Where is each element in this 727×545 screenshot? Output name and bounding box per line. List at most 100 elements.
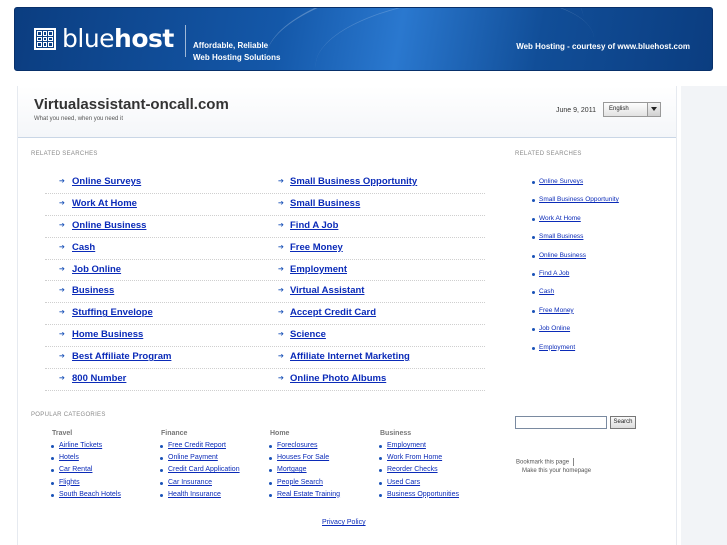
sidebar-related-link[interactable]: Free Money — [532, 307, 619, 325]
sidebar-related-link[interactable]: Employment — [532, 344, 619, 362]
site-subtitle: What you need, when you need it — [34, 116, 124, 122]
sidebar-related-link[interactable]: Online Surveys — [532, 178, 619, 196]
arrow-right-icon: ➔ — [59, 353, 65, 361]
related-search-link[interactable]: Free Money — [290, 242, 343, 253]
popular-category-column: Travel Airline Tickets Hotels Car Rental Fli… — [51, 430, 121, 503]
related-row: ➔ Best Affiliate Program ➔ Affiliate Intern… — [45, 347, 485, 370]
language-select[interactable]: English — [603, 102, 661, 117]
popular-category-heading: Finance — [161, 430, 188, 437]
arrow-right-icon: ➔ — [278, 287, 284, 295]
sidebar-related-link[interactable]: Small Business Opportunity — [532, 196, 619, 214]
related-search-link[interactable]: Work At Home — [72, 198, 137, 209]
arrow-right-icon: ➔ — [278, 375, 284, 383]
sidebar-related-link[interactable]: Cash — [532, 288, 619, 306]
popular-category-link[interactable]: Mortgage — [269, 466, 340, 478]
related-search-link[interactable]: Accept Credit Card — [290, 307, 376, 318]
popular-category-link[interactable]: Employment — [379, 442, 459, 454]
popular-category-link[interactable]: Foreclosures — [269, 442, 340, 454]
bluehost-header-banner: bluehost Affordable, Reliable Web Hostin… — [14, 7, 713, 71]
bookmark-link[interactable]: Bookmark this page — [516, 460, 569, 466]
related-searches-list: ➔ Online Surveys ➔ Small Business Opportuni… — [45, 172, 485, 391]
related-search-link[interactable]: Affiliate Internet Marketing — [290, 351, 410, 362]
chevron-down-icon[interactable] — [647, 103, 660, 116]
related-search-link[interactable]: Small Business — [290, 198, 360, 209]
related-search-link[interactable]: 800 Number — [72, 373, 126, 384]
arrow-right-icon: ➔ — [278, 199, 284, 207]
arrow-right-icon: ➔ — [278, 265, 284, 273]
related-search-link[interactable]: Business — [72, 285, 114, 296]
related-search-link[interactable]: Find A Job — [290, 220, 338, 231]
bluehost-logo[interactable]: bluehost — [34, 26, 174, 52]
related-search-link[interactable]: Job Online — [72, 264, 121, 275]
popular-category-link[interactable]: People Search — [269, 479, 340, 491]
sidebar-related-heading: RELATED SEARCHES — [515, 151, 582, 157]
current-date: June 9, 2011 — [556, 107, 596, 114]
arrow-right-icon: ➔ — [278, 353, 284, 361]
related-row: ➔ Job Online ➔ Employment — [45, 260, 485, 282]
popular-category-link[interactable]: Hotels — [51, 454, 121, 466]
sidebar-related-link[interactable]: Job Online — [532, 325, 619, 343]
arrow-right-icon: ➔ — [59, 309, 65, 317]
popular-category-column: Finance Free Credit Report Online Payment C… — [160, 430, 240, 503]
right-gutter — [681, 86, 727, 545]
search-button[interactable]: Search — [610, 416, 636, 429]
arrow-right-icon: ➔ — [278, 178, 284, 185]
popular-category-heading: Travel — [52, 430, 73, 437]
search-input[interactable] — [515, 416, 607, 429]
site-title-bar: Virtualassistant-oncall.com What you nee… — [18, 86, 676, 138]
make-homepage-link[interactable]: Make this your homepage — [522, 468, 591, 474]
popular-category-link[interactable]: Business Opportunities — [379, 491, 459, 503]
popular-category-heading: Home — [270, 430, 290, 437]
sidebar-related-list: Online Surveys Small Business Opportunity… — [532, 178, 619, 362]
related-search-link[interactable]: Science — [290, 329, 326, 340]
popular-category-link[interactable]: Online Payment — [160, 454, 240, 466]
popular-category-link[interactable]: Work From Home — [379, 454, 459, 466]
arrow-right-icon: ➔ — [59, 331, 65, 339]
related-search-link[interactable]: Virtual Assistant — [290, 285, 364, 296]
related-row: ➔ Cash ➔ Free Money — [45, 238, 485, 260]
sidebar-related-link[interactable]: Online Business — [532, 252, 619, 270]
popular-category-link[interactable]: Flights — [51, 479, 121, 491]
arrow-right-icon: ➔ — [278, 221, 284, 229]
related-search-link[interactable]: Stuffing Envelope — [72, 307, 153, 318]
header-courtesy-text: Web Hosting - courtesy of www.bluehost.c… — [516, 42, 690, 51]
related-search-link[interactable]: Online Surveys — [72, 176, 141, 187]
bluehost-wordmark: bluehost — [62, 24, 174, 53]
popular-category-link[interactable]: Airline Tickets — [51, 442, 121, 454]
related-search-link[interactable]: Small Business Opportunity — [290, 176, 417, 187]
site-title: Virtualassistant-oncall.com — [34, 96, 229, 113]
arrow-right-icon: ➔ — [59, 375, 65, 383]
popular-category-link[interactable]: Free Credit Report — [160, 442, 240, 454]
related-search-link[interactable]: Cash — [72, 242, 95, 253]
sidebar-related-link[interactable]: Find A Job — [532, 270, 619, 288]
popular-category-heading: Business — [380, 430, 412, 437]
related-row: ➔ Home Business ➔ Science — [45, 325, 485, 348]
related-search-link[interactable]: Home Business — [72, 329, 143, 340]
related-search-link[interactable]: Employment — [290, 264, 347, 275]
related-row: ➔ Stuffing Envelope ➔ Accept Credit Card — [45, 303, 485, 326]
popular-category-link[interactable]: Credit Card Application — [160, 466, 240, 478]
popular-category-column: Home Foreclosures Houses For Sale Mortgage P… — [269, 430, 340, 503]
sidebar-related-link[interactable]: Small Business — [532, 233, 619, 251]
popular-category-link[interactable]: South Beach Hotels — [51, 491, 121, 503]
related-search-link[interactable]: Online Photo Albums — [290, 373, 386, 384]
popular-category-link[interactable]: Houses For Sale — [269, 454, 340, 466]
related-search-link[interactable]: Best Affiliate Program — [72, 351, 171, 362]
related-row: ➔ Business ➔ Virtual Assistant — [45, 281, 485, 304]
popular-category-link[interactable]: Car Insurance — [160, 479, 240, 491]
arrow-right-icon: ➔ — [59, 178, 65, 185]
privacy-policy-link[interactable]: Privacy Policy — [322, 519, 366, 526]
arrow-right-icon: ➔ — [278, 331, 284, 339]
sidebar-related-link[interactable]: Work At Home — [532, 215, 619, 233]
arrow-right-icon: ➔ — [278, 243, 284, 251]
arrow-right-icon: ➔ — [59, 243, 65, 251]
popular-category-link[interactable]: Car Rental — [51, 466, 121, 478]
popular-category-link[interactable]: Used Cars — [379, 479, 459, 491]
popular-category-column: Business Employment Work From Home Reorder … — [379, 430, 459, 503]
related-search-link[interactable]: Online Business — [72, 220, 146, 231]
popular-category-link[interactable]: Health Insurance — [160, 491, 240, 503]
header-tagline: Affordable, Reliable Web Hosting Solutio… — [193, 41, 281, 62]
popular-category-link[interactable]: Reorder Checks — [379, 466, 459, 478]
popular-category-link[interactable]: Real Estate Training — [269, 491, 340, 503]
arrow-right-icon: ➔ — [59, 265, 65, 273]
